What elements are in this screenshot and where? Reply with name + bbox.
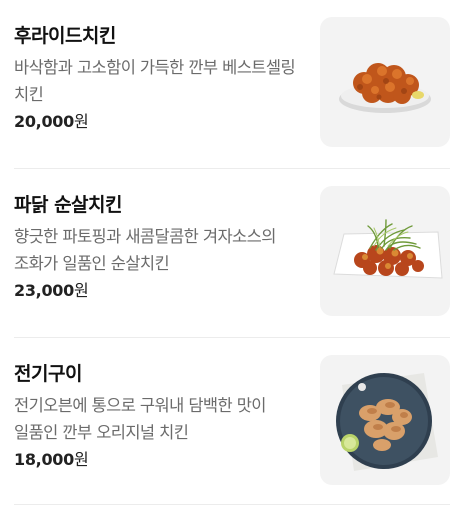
menu-item-price: 20,000원 xyxy=(14,110,306,134)
menu-item-text: 파닭 순살치킨 향긋한 파토핑과 새콤달콤한 겨자소스의 조화가 일품인 순살치… xyxy=(14,191,306,303)
price-unit: 원 xyxy=(73,281,89,300)
menu-item-description: 향긋한 파토핑과 새콤달콤한 겨자소스의 조화가 일품인 순살치킨 xyxy=(14,227,276,273)
price-value: 23,000 xyxy=(14,281,74,300)
rotisserie-chicken-icon xyxy=(336,373,438,471)
price-value: 20,000 xyxy=(14,112,74,131)
menu-item-rotisserie-chicken[interactable]: 전기구이 전기오븐에 통으로 구워내 담백한 맛이 일품인 깐부 오리지널 치킨… xyxy=(14,338,450,505)
menu-item-text: 후라이드치킨 바삭함과 고소함이 가득한 깐부 베스트셀링 치킨 20,000원 xyxy=(14,22,306,134)
menu-item-description: 바삭함과 고소함이 가득한 깐부 베스트셀링 치킨 xyxy=(14,58,296,104)
price-unit: 원 xyxy=(73,112,89,131)
menu-item-description: 전기오븐에 통으로 구워내 담백한 맛이 일품인 깐부 오리지널 치킨 xyxy=(14,396,266,442)
scallion-chicken-icon xyxy=(333,219,443,279)
menu-item-text: 전기구이 전기오븐에 통으로 구워내 담백한 맛이 일품인 깐부 오리지널 치킨… xyxy=(14,360,306,472)
menu-item-scallion-boneless-chicken[interactable]: 파닭 순살치킨 향긋한 파토핑과 새콤달콤한 겨자소스의 조화가 일품인 순살치… xyxy=(14,169,450,338)
menu-list: 후라이드치킨 바삭함과 고소함이 가득한 깐부 베스트셀링 치킨 20,000원 xyxy=(0,0,466,505)
menu-item-name: 후라이드치킨 xyxy=(14,25,116,47)
rotisserie-chicken-photo[interactable] xyxy=(320,355,450,485)
price-value: 18,000 xyxy=(14,450,74,469)
fried-chicken-icon xyxy=(339,63,431,113)
price-unit: 원 xyxy=(73,450,89,469)
menu-item-price: 18,000원 xyxy=(14,448,306,472)
menu-item-name: 파닭 순살치킨 xyxy=(14,194,123,216)
menu-item-fried-chicken[interactable]: 후라이드치킨 바삭함과 고소함이 가득한 깐부 베스트셀링 치킨 20,000원 xyxy=(14,0,450,169)
scallion-boneless-chicken-photo[interactable] xyxy=(320,186,450,316)
menu-item-name: 전기구이 xyxy=(14,363,82,385)
menu-item-price: 23,000원 xyxy=(14,279,306,303)
fried-chicken-photo[interactable] xyxy=(320,17,450,147)
